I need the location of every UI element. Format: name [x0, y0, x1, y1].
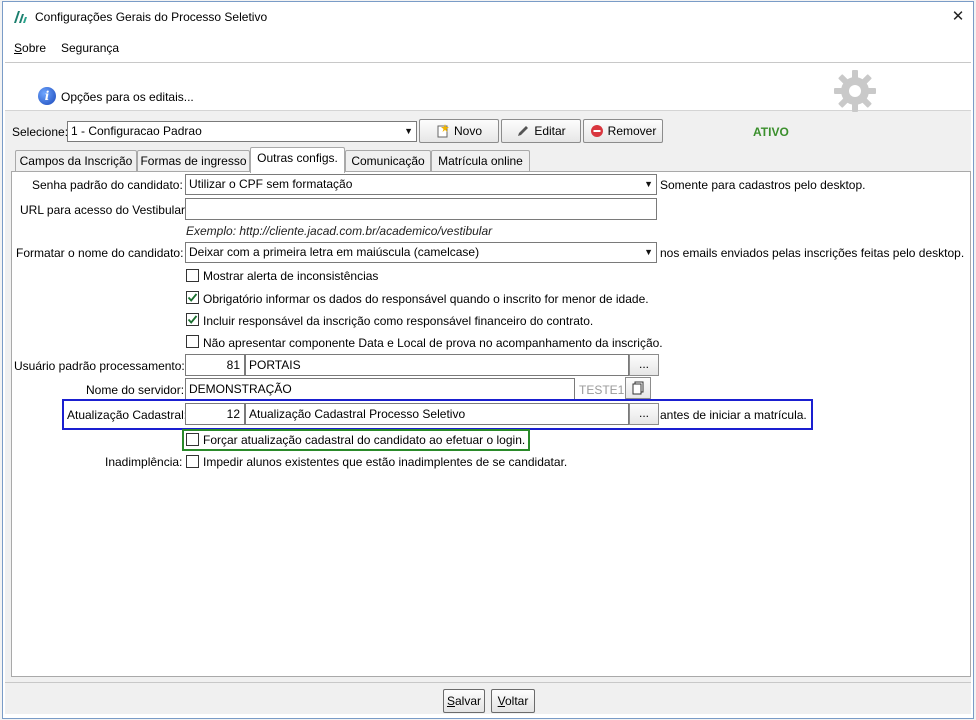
remove-icon: [590, 125, 603, 137]
menu-label: obre: [22, 41, 47, 55]
tab-campos-inscricao[interactable]: Campos da Inscrição: [15, 150, 137, 171]
servidor-suffix: TESTE1: [579, 383, 625, 397]
checkmark-icon: [187, 293, 198, 302]
checkbox[interactable]: [186, 313, 199, 326]
new-button-label: Novo: [453, 124, 482, 138]
chevron-down-icon: ▼: [644, 179, 653, 189]
copy-icon: [632, 381, 644, 395]
formatar-label: Formatar o nome do candidato:: [16, 246, 184, 260]
config-select[interactable]: 1 - Configuracao Padrao ▼: [67, 121, 417, 142]
tab-formas-ingresso[interactable]: Formas de ingresso: [137, 150, 250, 171]
edit-button-label: Editar: [534, 124, 566, 138]
checkbox[interactable]: [186, 455, 199, 468]
atualizacao-name-input[interactable]: Atualização Cadastral Processo Seletivo: [245, 403, 629, 425]
check-inadimplencia-label: Impedir alunos existentes que estão inad…: [203, 455, 568, 469]
check-responsavel-menor-label: Obrigatório informar os dados do respons…: [203, 292, 649, 306]
senha-select-value: Utilizar o CPF sem formatação: [189, 177, 353, 191]
checkmark-icon: [187, 315, 198, 324]
back-button[interactable]: Voltar: [491, 689, 535, 713]
usuario-name-input[interactable]: PORTAIS: [245, 354, 629, 376]
url-label: URL para acesso do Vestibular:: [20, 203, 189, 217]
remove-button[interactable]: Remover: [583, 119, 663, 143]
checkbox[interactable]: [186, 269, 199, 282]
check-responsavel-financeiro[interactable]: [186, 313, 199, 326]
back-accel: V: [497, 694, 505, 708]
tab-comunicacao[interactable]: Comunicação: [345, 150, 431, 171]
select-label: Selecione:: [12, 125, 69, 139]
senha-label: Senha padrão do candidato:: [32, 178, 183, 192]
servidor-input[interactable]: DEMONSTRAÇÃO: [185, 378, 575, 400]
url-example: Exemplo: http://cliente.jacad.com.br/aca…: [186, 224, 493, 238]
check-data-local-label: Não apresentar componente Data e Local d…: [203, 336, 663, 350]
check-alerta[interactable]: [186, 269, 199, 282]
checkbox[interactable]: [186, 335, 199, 348]
config-select-value: 1 - Configuracao Padrao: [71, 124, 202, 138]
new-document-icon: [437, 124, 449, 138]
url-input[interactable]: [185, 198, 657, 220]
usuario-label: Usuário padrão processamento:: [14, 359, 185, 373]
menu-bar: Sobre Segurança: [3, 35, 973, 61]
inadimplencia-label: Inadimplência:: [105, 455, 183, 469]
header-info-text: Opções para os editais...: [61, 90, 194, 104]
footer-bar: Salvar Voltar: [5, 682, 971, 714]
gear-icon: [834, 70, 876, 112]
app-logo-icon: [14, 11, 27, 23]
remove-button-label: Remover: [607, 124, 657, 138]
menu-accel: S: [14, 41, 23, 55]
servidor-label: Nome do servidor:: [86, 383, 185, 397]
usuario-lookup-button[interactable]: ...: [629, 354, 659, 376]
atualizacao-label: Atualização Cadastral:: [67, 408, 188, 422]
senha-note: Somente para cadastros pelo desktop.: [660, 178, 866, 192]
status-badge: ATIVO: [753, 125, 789, 139]
new-button[interactable]: Novo: [419, 119, 499, 143]
save-label: alvar: [455, 694, 482, 708]
usuario-code-input[interactable]: 81: [185, 354, 245, 376]
atualizacao-lookup-button[interactable]: ...: [629, 403, 659, 425]
check-responsavel-financeiro-label: Incluir responsável da inscrição como re…: [203, 314, 594, 328]
edit-button[interactable]: Editar: [501, 119, 581, 143]
window-title: Configurações Gerais do Processo Seletiv…: [35, 10, 268, 24]
tab-outras-configs[interactable]: Outras configs.: [250, 147, 345, 173]
formatar-select-value: Deixar com a primeira letra em maiúscula…: [189, 245, 480, 259]
save-accel: S: [446, 694, 455, 708]
formatar-select[interactable]: Deixar com a primeira letra em maiúscula…: [185, 242, 657, 263]
check-data-local[interactable]: [186, 335, 199, 348]
check-inadimplencia[interactable]: [186, 455, 199, 468]
info-icon: i: [38, 87, 56, 105]
dialog-window: Configurações Gerais do Processo Seletiv…: [2, 1, 974, 719]
check-responsavel-menor[interactable]: [186, 291, 199, 304]
checkbox[interactable]: [186, 433, 199, 446]
chevron-down-icon: ▼: [644, 247, 653, 257]
menu-item-seguranca[interactable]: Segurança: [61, 41, 119, 55]
atualizacao-note: antes de iniciar a matrícula.: [660, 408, 807, 422]
chevron-down-icon: ▼: [404, 126, 413, 136]
check-forcar-atualizacao[interactable]: [186, 433, 199, 446]
back-label: oltar: [505, 694, 529, 708]
check-alerta-label: Mostrar alerta de inconsistências: [203, 269, 379, 283]
checkbox[interactable]: [186, 291, 199, 304]
menu-item-sobre[interactable]: Sobre: [14, 41, 46, 55]
header-panel: i Opções para os editais...: [5, 63, 971, 112]
title-bar[interactable]: Configurações Gerais do Processo Seletiv…: [3, 2, 973, 32]
atualizacao-code-input[interactable]: 12: [185, 403, 245, 425]
check-forcar-atualizacao-label: Forçar atualização cadastral do candidat…: [203, 433, 526, 447]
pencil-icon: [518, 126, 529, 136]
save-button[interactable]: Salvar: [443, 689, 485, 713]
senha-select[interactable]: Utilizar o CPF sem formatação ▼: [185, 174, 657, 195]
close-button[interactable]: ✕: [945, 5, 971, 29]
tab-matricula-online[interactable]: Matrícula online: [431, 150, 530, 171]
formatar-note: nos emails enviados pelas inscrições fei…: [660, 246, 965, 260]
copy-button[interactable]: [625, 377, 651, 399]
